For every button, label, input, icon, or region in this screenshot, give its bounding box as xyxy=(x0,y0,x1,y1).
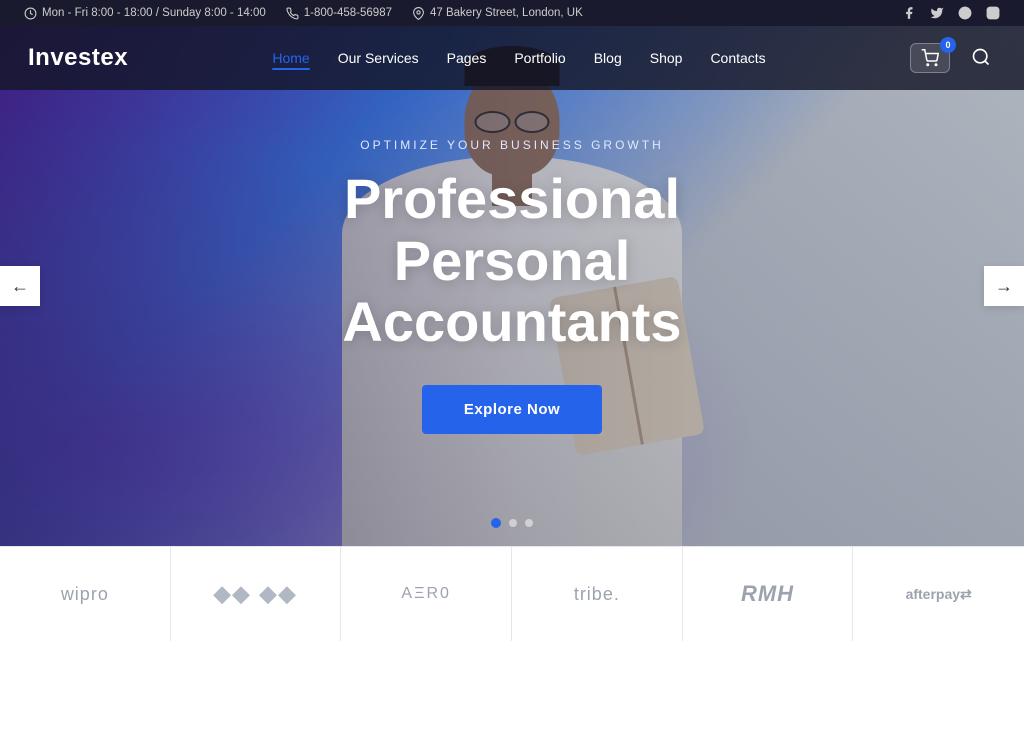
hero-subtitle: Optimize Your Business Growth xyxy=(222,138,802,152)
nav-contacts[interactable]: Contacts xyxy=(710,50,765,66)
hero-prev-button[interactable]: ← xyxy=(0,266,40,306)
cart-icon xyxy=(921,49,939,67)
location-icon xyxy=(412,7,425,20)
hero-next-button[interactable]: → xyxy=(984,266,1024,306)
top-bar-social xyxy=(902,6,1000,20)
facebook-icon[interactable] xyxy=(902,6,916,20)
top-bar-left: Mon - Fri 8:00 - 18:00 / Sunday 8:00 - 1… xyxy=(24,7,583,20)
nav-pages[interactable]: Pages xyxy=(447,50,487,66)
wipro-logo: wipro xyxy=(61,584,109,605)
logo: Investex xyxy=(28,44,128,72)
aero-logo: AΞR0 xyxy=(401,585,451,603)
dot-2[interactable] xyxy=(509,519,517,527)
afterpay-logo: afterpay⇄ xyxy=(906,586,972,603)
partner-wipro: wipro xyxy=(0,547,171,641)
globe-icon[interactable] xyxy=(958,6,972,20)
phone-text: 1-800-458-56987 xyxy=(304,7,392,19)
partner-diamonds: ◆◆ ◆◆ xyxy=(171,547,342,641)
top-bar: Mon - Fri 8:00 - 18:00 / Sunday 8:00 - 1… xyxy=(0,0,1024,26)
instagram-icon[interactable] xyxy=(986,6,1000,20)
nav-blog[interactable]: Blog xyxy=(594,50,622,66)
main-nav: Home Our Services Pages Portfolio Blog S… xyxy=(272,50,765,66)
nav-portfolio[interactable]: Portfolio xyxy=(514,50,565,66)
address-text: 47 Bakery Street, London, UK xyxy=(430,7,583,19)
search-icon xyxy=(971,47,991,67)
partner-aero: AΞR0 xyxy=(341,547,512,641)
phone-item: 1-800-458-56987 xyxy=(286,7,392,20)
hero-content: Optimize Your Business Growth Profession… xyxy=(202,138,822,434)
phone-icon xyxy=(286,7,299,20)
explore-now-button[interactable]: Explore Now xyxy=(422,385,602,434)
partner-tribe: tribe. xyxy=(512,547,683,641)
dot-1[interactable] xyxy=(491,518,501,528)
arrow-left-icon: ← xyxy=(11,276,29,297)
clock-icon xyxy=(24,7,37,20)
hero-section: Investex Home Our Services Pages Portfol… xyxy=(0,26,1024,546)
address-item: 47 Bakery Street, London, UK xyxy=(412,7,583,20)
hours-text: Mon - Fri 8:00 - 18:00 / Sunday 8:00 - 1… xyxy=(42,7,266,19)
hours-item: Mon - Fri 8:00 - 18:00 / Sunday 8:00 - 1… xyxy=(24,7,266,20)
search-button[interactable] xyxy=(966,42,996,75)
header: Investex Home Our Services Pages Portfol… xyxy=(0,26,1024,90)
partners-section: wipro ◆◆ ◆◆ AΞR0 tribe. RMH afterpay⇄ xyxy=(0,546,1024,641)
partner-rmh: RMH xyxy=(683,547,854,641)
cart-count: 0 xyxy=(940,37,956,53)
rmh-logo: RMH xyxy=(741,581,794,607)
hero-dots xyxy=(491,519,533,528)
nav-shop[interactable]: Shop xyxy=(650,50,683,66)
cart-button[interactable]: 0 xyxy=(910,43,950,73)
tribe-logo: tribe. xyxy=(574,584,620,605)
nav-home[interactable]: Home xyxy=(272,50,309,66)
nav-services[interactable]: Our Services xyxy=(338,50,419,66)
partner-afterpay: afterpay⇄ xyxy=(853,547,1024,641)
arrow-right-icon: → xyxy=(995,276,1013,297)
header-actions: 0 xyxy=(910,42,996,75)
dot-3[interactable] xyxy=(525,519,533,527)
twitter-icon[interactable] xyxy=(930,6,944,20)
hero-title: Professional Personal Accountants xyxy=(222,168,802,353)
diamond-logo: ◆◆ ◆◆ xyxy=(214,581,298,607)
